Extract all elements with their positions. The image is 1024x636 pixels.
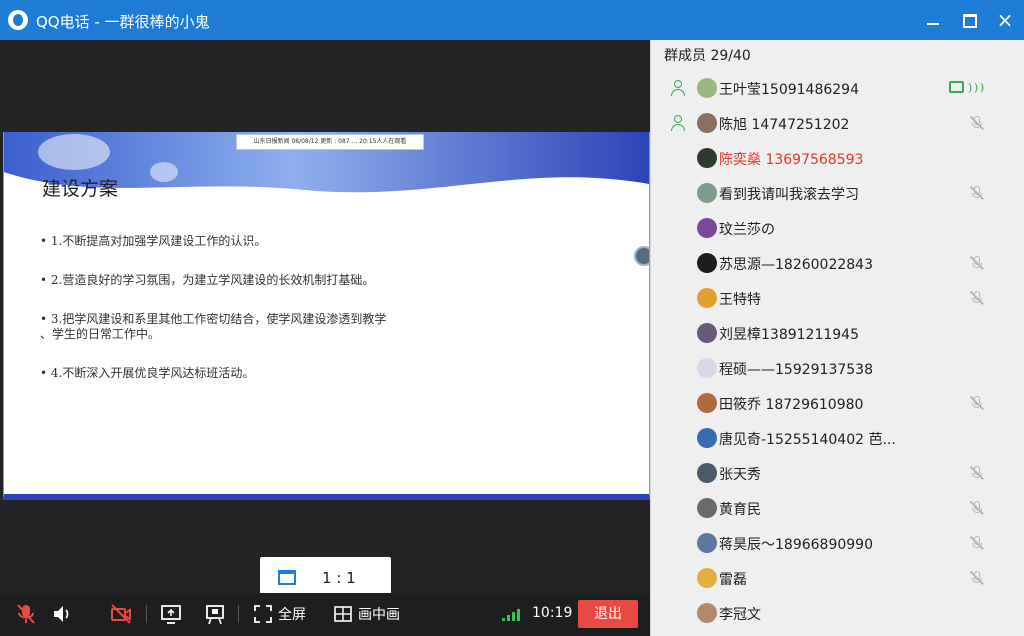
member-row[interactable]: 苏思源—18260022843 bbox=[651, 246, 1024, 280]
member-row[interactable]: 雷磊 bbox=[651, 561, 1024, 595]
member-row[interactable]: 看到我请叫我滚去学习 bbox=[651, 176, 1024, 210]
member-name: 看到我请叫我滚去学习 bbox=[719, 187, 859, 203]
mic-muted-icon bbox=[969, 500, 985, 516]
member-row[interactable]: 唐见奇-15255140402 芭... bbox=[651, 421, 1024, 455]
whiteboard-icon[interactable] bbox=[205, 603, 225, 625]
avatar bbox=[697, 78, 717, 98]
camera-off-icon[interactable] bbox=[110, 603, 132, 625]
avatar bbox=[697, 323, 717, 343]
avatar bbox=[697, 148, 717, 168]
close-button[interactable]: × bbox=[993, 8, 1017, 32]
member-row[interactable]: 陈旭 14747251202 bbox=[651, 106, 1024, 140]
member-panel: 群成员 29/40 王叶莹15091486294))) 陈旭 1474725120… bbox=[650, 40, 1024, 636]
member-row[interactable]: 田筱乔 18729610980 bbox=[651, 386, 1024, 420]
mic-muted-icon bbox=[969, 290, 985, 306]
member-row[interactable]: 王叶莹15091486294))) bbox=[651, 71, 1024, 105]
member-name: 雷磊 bbox=[719, 572, 747, 588]
member-name: 黄育民 bbox=[719, 502, 761, 518]
member-row[interactable]: 陈奕燊 13697568593 bbox=[651, 141, 1024, 175]
signal-strength-icon bbox=[502, 603, 524, 625]
mic-muted-icon bbox=[969, 395, 985, 411]
member-name: 程硕——15929137538 bbox=[719, 362, 873, 378]
member-row[interactable]: 蒋昊辰～18966890990 bbox=[651, 526, 1024, 560]
member-count: 群成员 29/40 bbox=[664, 48, 751, 64]
fullscreen-button[interactable]: 全屏 bbox=[254, 603, 310, 625]
title-bar: QQ电话 - 一群很棒的小鬼 × bbox=[0, 0, 1024, 40]
slide-bullet: 2.营造良好的学习氛围，为建立学风建设的长效机制打基础。 bbox=[40, 273, 480, 288]
minimize-button[interactable] bbox=[921, 8, 945, 32]
member-name: 唐见奇-15255140402 芭... bbox=[719, 432, 896, 448]
member-row[interactable]: 玟兰莎の bbox=[651, 211, 1024, 245]
member-name: 陈奕燊 13697568593 bbox=[719, 152, 864, 168]
member-row[interactable]: 李冠文 bbox=[651, 596, 1024, 630]
member-name: 田筱乔 18729610980 bbox=[719, 397, 864, 413]
member-name: 张天秀 bbox=[719, 467, 761, 483]
mic-muted-icon bbox=[969, 185, 985, 201]
member-name: 王叶莹15091486294 bbox=[719, 82, 859, 98]
member-row[interactable]: 王特特 bbox=[651, 281, 1024, 315]
avatar bbox=[697, 603, 717, 623]
member-name: 苏思源—18260022843 bbox=[719, 257, 873, 273]
avatar bbox=[697, 358, 717, 378]
exit-call-button[interactable]: 退出 bbox=[578, 600, 638, 628]
member-name: 王特特 bbox=[719, 292, 761, 308]
avatar bbox=[697, 253, 717, 273]
slide-bullet-list: 1.不断提高对加强学风建设工作的认识。 2.营造良好的学习氛围，为建立学风建设的… bbox=[40, 234, 480, 405]
mic-muted-icon bbox=[969, 535, 985, 551]
slide-bullet: 1.不断提高对加强学风建设工作的认识。 bbox=[40, 234, 480, 249]
fullscreen-label: 全屏 bbox=[278, 607, 306, 623]
member-row[interactable]: 黄育民 bbox=[651, 491, 1024, 525]
maximize-button[interactable] bbox=[957, 8, 981, 32]
avatar bbox=[697, 393, 717, 413]
mic-muted-icon[interactable] bbox=[16, 603, 36, 625]
avatar bbox=[697, 218, 717, 238]
qq-logo-icon bbox=[8, 10, 28, 30]
host-user-icon bbox=[669, 114, 687, 132]
pip-label: 画中画 bbox=[358, 607, 400, 623]
screen-share-icon[interactable] bbox=[161, 603, 181, 625]
call-control-bar: 全屏 画中画 10:19 退出 bbox=[0, 593, 650, 636]
picture-in-picture-button[interactable]: 画中画 bbox=[334, 603, 404, 625]
shared-screen-area: 山东日报新闻 08/08/12 更新 : 087 ... 20:15人人在观看 … bbox=[0, 40, 650, 601]
avatar bbox=[697, 463, 717, 483]
speaker-icon[interactable] bbox=[52, 603, 72, 625]
divider bbox=[146, 605, 147, 623]
aspect-ratio-label: 1 : 1 bbox=[322, 569, 356, 587]
mic-muted-icon bbox=[969, 115, 985, 131]
call-duration: 10:19 bbox=[532, 605, 573, 621]
member-name: 玟兰莎の bbox=[719, 222, 775, 238]
avatar bbox=[697, 428, 717, 448]
divider bbox=[238, 605, 239, 623]
avatar bbox=[697, 498, 717, 518]
window-icon bbox=[278, 570, 296, 585]
member-name: 李冠文 bbox=[719, 607, 761, 623]
fullscreen-icon bbox=[254, 605, 272, 623]
pip-icon bbox=[334, 606, 352, 622]
slide-title: 建设方案 bbox=[42, 178, 119, 200]
slide-bullet: 4.不断深入开展优良学风达标班活动。 bbox=[40, 366, 480, 381]
member-row[interactable]: 程硕——15929137538 bbox=[651, 351, 1024, 385]
member-row[interactable]: 张天秀 bbox=[651, 456, 1024, 490]
presentation-slide: 山东日报新闻 08/08/12 更新 : 087 ... 20:15人人在观看 … bbox=[3, 132, 650, 500]
member-name: 陈旭 14747251202 bbox=[719, 117, 850, 133]
window-title: QQ电话 - 一群很棒的小鬼 bbox=[36, 13, 210, 31]
member-name: 蒋昊辰～18966890990 bbox=[719, 537, 873, 553]
mic-muted-icon bbox=[969, 465, 985, 481]
member-name: 刘昱樟13891211945 bbox=[719, 327, 859, 343]
avatar bbox=[697, 568, 717, 588]
slide-header-strip: 山东日报新闻 08/08/12 更新 : 087 ... 20:15人人在观看 bbox=[236, 134, 424, 150]
mic-muted-icon bbox=[969, 255, 985, 271]
member-row[interactable]: 刘昱樟13891211945 bbox=[651, 316, 1024, 350]
slide-bullet: 3.把学风建设和系里其他工作密切结合，使学风建设渗透到教学 、学生的日常工作中。 bbox=[40, 312, 480, 342]
slide-nav-dot-icon bbox=[634, 246, 649, 266]
avatar bbox=[697, 183, 717, 203]
avatar bbox=[697, 288, 717, 308]
avatar bbox=[697, 533, 717, 553]
avatar bbox=[697, 113, 717, 133]
mic-muted-icon bbox=[969, 570, 985, 586]
sharing-speaking-icon: ))) bbox=[949, 80, 989, 96]
host-user-icon bbox=[669, 79, 687, 97]
